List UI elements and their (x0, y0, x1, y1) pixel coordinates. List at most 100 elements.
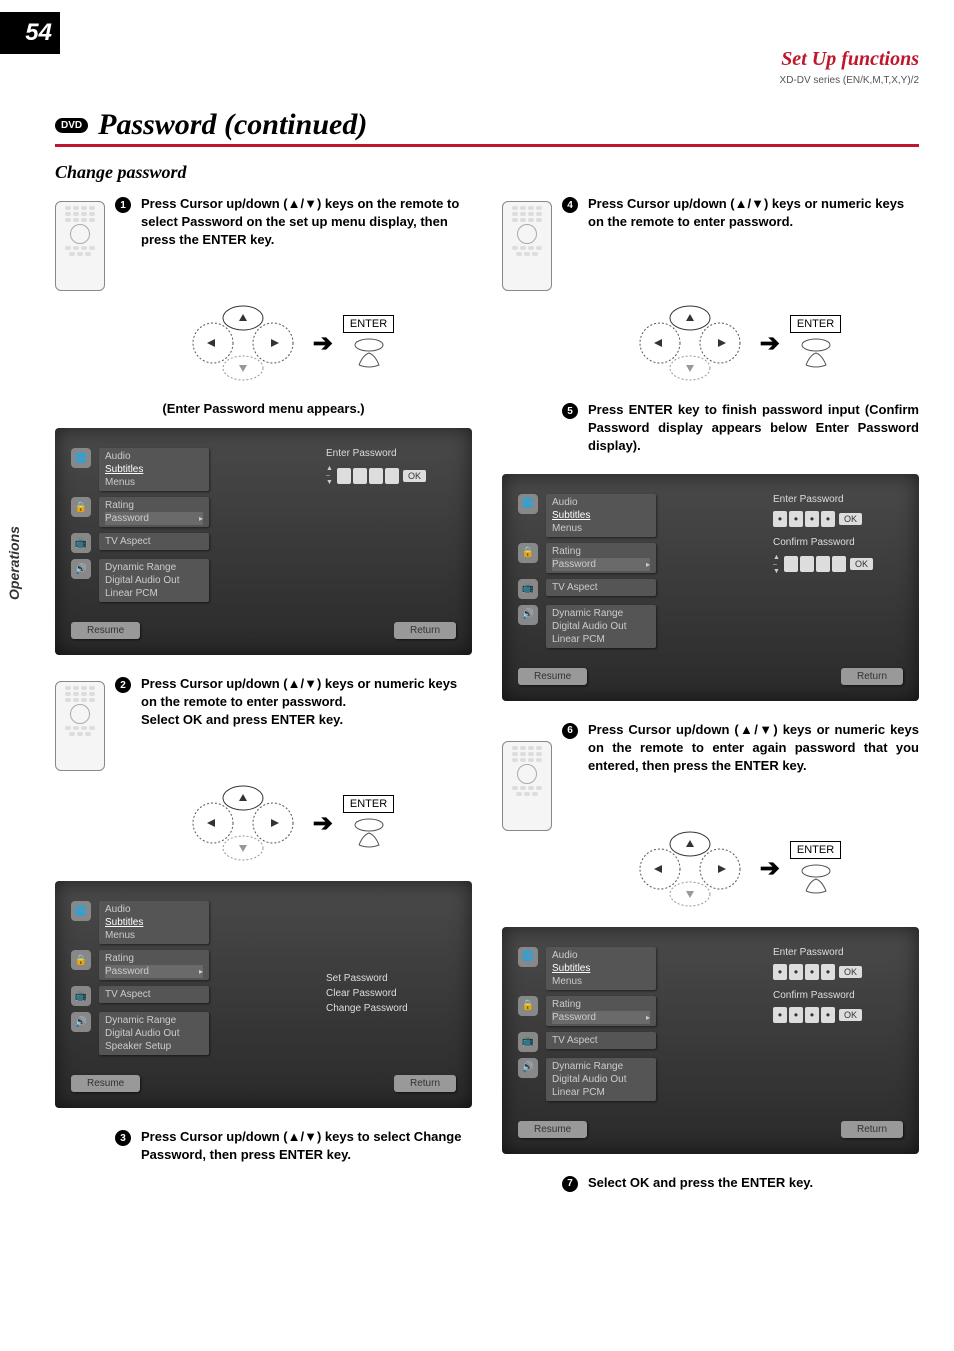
menu-item: Speaker Setup (105, 1040, 203, 1053)
menu-item: Dynamic Range (552, 1060, 650, 1073)
tv-icon: 📺 (71, 986, 91, 1006)
hand-press-icon (349, 335, 389, 371)
dvd-badge: DVD (55, 118, 88, 133)
remote-icon (55, 681, 105, 771)
return-button: Return (841, 1121, 903, 1138)
step-2: 2 Press Cursor up/down (▲/▼) keys or num… (55, 675, 472, 765)
ok-button: OK (403, 470, 426, 482)
step-number-3: 3 (115, 1130, 131, 1146)
left-column: 1 Press Cursor up/down (▲/▼) keys on the… (55, 195, 472, 1210)
pw-digit: • (805, 511, 819, 527)
enter-label: ENTER (343, 315, 394, 333)
arrow-right-icon: ➔ (313, 809, 333, 838)
tv-icon: 📺 (518, 579, 538, 599)
arrow-right-icon: ➔ (760, 854, 780, 883)
menu-item: Rating (552, 998, 650, 1011)
hand-press-icon (796, 861, 836, 897)
dpad-enter-graphic: ➔ ENTER (552, 303, 919, 383)
menu-item: TV Aspect (105, 535, 203, 548)
menu-item: TV Aspect (105, 988, 203, 1001)
menu-item: Audio (552, 496, 650, 509)
step-number-5: 5 (562, 403, 578, 419)
enter-password-label: Enter Password (326, 448, 456, 459)
menu-item: TV Aspect (552, 581, 650, 594)
menu-item: Audio (105, 450, 203, 463)
globe-icon: 🌐 (71, 901, 91, 921)
ok-button: OK (839, 1009, 862, 1021)
hand-press-icon (349, 815, 389, 851)
dpad-enter-graphic: ➔ ENTER (552, 829, 919, 909)
pw-digit (832, 556, 846, 572)
menu-item-selected: Password (552, 1011, 650, 1024)
menu-item: Menus (552, 522, 650, 535)
menu-item: Subtitles (105, 463, 203, 476)
step-2-text-line2: Select OK and press ENTER key. (141, 711, 472, 729)
hand-press-icon (796, 335, 836, 371)
header-title: Set Up functions (780, 48, 919, 71)
ok-button: OK (839, 966, 862, 978)
lock-icon: 🔒 (71, 497, 91, 517)
enter-password-label: Enter Password (773, 947, 903, 958)
menu-item: Digital Audio Out (105, 1027, 203, 1040)
menu-item: Menus (105, 929, 203, 942)
pw-digit: • (821, 511, 835, 527)
menu-item: Digital Audio Out (552, 620, 650, 633)
dpad-icon (183, 783, 303, 863)
resume-button: Resume (518, 668, 587, 685)
menu-item: Rating (552, 545, 650, 558)
ok-button: OK (839, 513, 862, 525)
resume-button: Resume (518, 1121, 587, 1138)
page-header: Set Up functions XD-DV series (EN/K,M,T,… (780, 48, 919, 86)
dpad-enter-graphic: ➔ ENTER (105, 783, 472, 863)
enter-label: ENTER (343, 795, 394, 813)
arrow-right-icon: ➔ (313, 329, 333, 358)
pw-digit: • (805, 964, 819, 980)
step-1: 1 Press Cursor up/down (▲/▼) keys on the… (55, 195, 472, 285)
step-3: 3 Press Cursor up/down (▲/▼) keys to sel… (55, 1128, 472, 1164)
action-change-password: Change Password (326, 1001, 456, 1016)
pw-digit (800, 556, 814, 572)
step-7: 7 Select OK and press the ENTER key. (502, 1174, 919, 1192)
dpad-icon (183, 303, 303, 383)
setup-menu-screenshot-3: 🌐 Audio Subtitles Menus 🔒 Rating Passwor… (502, 474, 919, 701)
pw-digit (337, 468, 351, 484)
menu-item: Subtitles (105, 916, 203, 929)
pw-digit (353, 468, 367, 484)
enter-label: ENTER (790, 841, 841, 859)
pw-digit (816, 556, 830, 572)
confirm-password-label: Confirm Password (773, 990, 903, 1001)
step-3-text: Press Cursor up/down (▲/▼) keys to selec… (141, 1128, 472, 1164)
pw-digit: • (773, 511, 787, 527)
action-set-password: Set Password (326, 971, 456, 986)
menu-item: Rating (105, 499, 203, 512)
step-number-4: 4 (562, 197, 578, 213)
step-number-6: 6 (562, 723, 578, 739)
resume-button: Resume (71, 1075, 140, 1092)
dpad-enter-graphic: ➔ ENTER (105, 303, 472, 383)
menu-item: Subtitles (552, 962, 650, 975)
menu-item-selected: Password (105, 965, 203, 978)
remote-icon (55, 201, 105, 291)
step-7-text: Select OK and press the ENTER key. (588, 1174, 813, 1192)
enter-password-label: Enter Password (773, 494, 903, 505)
confirm-password-label: Confirm Password (773, 537, 903, 548)
sub-heading: Change password (55, 162, 187, 183)
menu-item: Dynamic Range (105, 1014, 203, 1027)
step-6-text: Press Cursor up/down (▲/▼) keys or numer… (588, 721, 919, 776)
step-5-text: Press ENTER key to finish password input… (588, 401, 919, 456)
pw-digit: • (821, 1007, 835, 1023)
speaker-icon: 🔊 (71, 1012, 91, 1032)
resume-button: Resume (71, 622, 140, 639)
lock-icon: 🔒 (518, 543, 538, 563)
page-number: 54 (0, 12, 60, 54)
header-series: XD-DV series (EN/K,M,T,X,Y)/2 (780, 75, 919, 86)
setup-menu-screenshot-2: 🌐 Audio Subtitles Menus 🔒 Rating Passwor… (55, 881, 472, 1108)
remote-icon (502, 201, 552, 291)
side-tab-operations: Operations (6, 526, 22, 600)
pw-digit: • (773, 1007, 787, 1023)
menu-item: Audio (105, 903, 203, 916)
pw-digit (369, 468, 383, 484)
speaker-icon: 🔊 (71, 559, 91, 579)
pw-digit (385, 468, 399, 484)
spinner-icon: ▲–▼ (326, 465, 333, 486)
